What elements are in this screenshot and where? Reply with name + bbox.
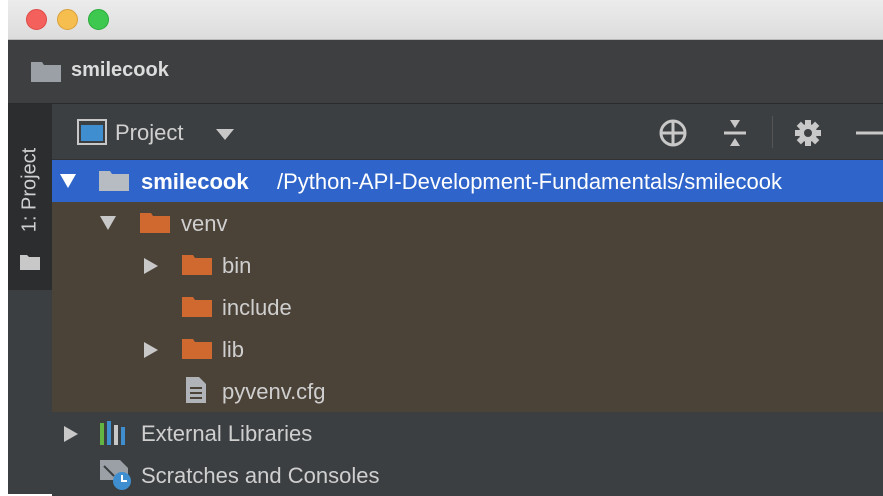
tree-item-label: pyvenv.cfg <box>222 379 326 404</box>
tree-row-pyvenv-cfg[interactable]: pyvenv.cfg <box>52 370 883 412</box>
view-selector-label[interactable]: Project <box>115 120 183 146</box>
left-tool-strip: 1: Project <box>8 104 52 494</box>
excluded-folder-icon <box>182 339 212 359</box>
tree-item-label: venv <box>181 211 228 236</box>
tree-row-include[interactable]: include <box>52 286 883 328</box>
project-panel: Project smilecook /Python-API-Developmen… <box>52 104 883 496</box>
locate-target-icon[interactable] <box>658 118 688 148</box>
tree-item-label: smilecook <box>141 169 249 194</box>
library-icon <box>100 421 125 445</box>
folder-icon <box>31 62 61 82</box>
tree-row-root[interactable]: smilecook /Python-API-Development-Fundam… <box>52 160 883 202</box>
gear-icon[interactable] <box>792 118 824 148</box>
collapsed-arrow-icon[interactable] <box>144 258 158 274</box>
excluded-folder-icon <box>140 213 170 233</box>
tree-row-external-libraries[interactable]: External Libraries <box>52 412 883 454</box>
tree-row-scratches[interactable]: Scratches and Consoles <box>52 454 883 496</box>
tree-item-label: Scratches and Consoles <box>141 463 380 488</box>
tree-row-venv[interactable]: venv <box>52 202 883 244</box>
project-view-icon <box>77 119 107 145</box>
expanded-arrow-icon[interactable] <box>100 216 116 230</box>
collapse-all-icon[interactable] <box>722 118 748 148</box>
close-window-button[interactable] <box>26 9 47 30</box>
folder-icon <box>99 171 129 191</box>
expanded-arrow-icon[interactable] <box>60 174 76 188</box>
tree-item-label: bin <box>222 253 252 278</box>
project-breadcrumb[interactable]: smilecook <box>71 59 169 82</box>
caret-down-icon[interactable] <box>216 129 234 140</box>
project-panel-toolbar: Project <box>52 104 883 160</box>
excluded-folder-icon <box>182 297 212 317</box>
project-tab-label: 1: Project <box>18 147 41 233</box>
project-tool-window-tab[interactable]: 1: Project <box>8 104 52 290</box>
collapsed-arrow-icon[interactable] <box>144 342 158 358</box>
excluded-folder-icon <box>182 255 212 275</box>
tree-row-bin[interactable]: bin <box>52 244 883 286</box>
toolbar-separator <box>772 116 773 148</box>
tree-row-lib[interactable]: lib <box>52 328 883 370</box>
minimize-window-button[interactable] <box>57 9 78 30</box>
tree-item-label: include <box>222 295 292 320</box>
text-file-icon <box>186 377 206 403</box>
navigation-bar: smilecook <box>8 40 883 104</box>
window-titlebar <box>8 0 883 40</box>
maximize-window-button[interactable] <box>88 9 109 30</box>
collapsed-arrow-icon[interactable] <box>64 426 78 442</box>
tree-item-label: External Libraries <box>141 421 313 446</box>
tree-item-label: lib <box>222 337 245 362</box>
tree-item-path: /Python-API-Development-Fundamentals/smi… <box>277 169 783 194</box>
folder-icon <box>20 255 40 270</box>
scratches-icon <box>100 460 131 490</box>
hide-minus-icon[interactable] <box>854 118 883 148</box>
